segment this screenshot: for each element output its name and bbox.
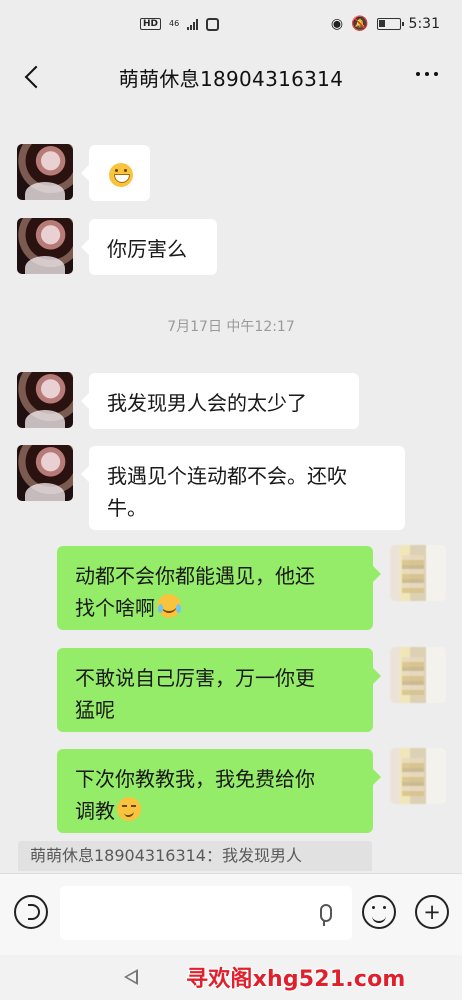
eye-icon: ◉: [330, 16, 344, 32]
message-text-line-2: 调教: [75, 795, 353, 827]
self-avatar[interactable]: [390, 647, 446, 703]
message-input[interactable]: [60, 886, 352, 940]
mute-icon: 🔕: [351, 16, 369, 32]
battery-icon: [376, 18, 404, 30]
message-text: 猛呢: [75, 698, 115, 722]
smirk-emoji: [117, 797, 141, 821]
message-text: 你厉害么: [107, 237, 187, 261]
message-text: 下次你教教我，我免费给你: [75, 767, 315, 791]
input-bar: +: [0, 873, 462, 955]
status-left: HD 46: [140, 17, 220, 31]
network-type: 46: [169, 19, 180, 28]
contact-avatar[interactable]: [17, 445, 73, 501]
contact-avatar[interactable]: [17, 372, 73, 428]
message-text: 找个啥啊: [75, 596, 155, 620]
message-bubble[interactable]: 你厉害么: [81, 219, 217, 275]
message-text: 不敢说自己厉害，万一你更: [75, 666, 315, 690]
message-bubble[interactable]: 动都不会你都能遇见，他还 找个啥啊: [57, 546, 381, 630]
status-bar: HD 46 ◉ 🔕 5:31: [0, 0, 462, 48]
message-text: 动都不会你都能遇见，他还: [75, 564, 315, 588]
message-text: 调教: [75, 799, 115, 823]
signal-icon: [187, 18, 199, 30]
status-right: ◉ 🔕 5:31: [331, 16, 440, 32]
chat-timestamp: 7月17日 中午12:17: [167, 319, 295, 335]
voice-toggle-button[interactable]: [14, 895, 48, 929]
message-text: 牛。: [107, 496, 147, 520]
message-text: 我遇见个连动都不会。还吹: [107, 464, 347, 488]
emoji-button[interactable]: [362, 895, 396, 929]
system-back-icon[interactable]: [124, 969, 138, 985]
message-bubble[interactable]: 下次你教教我，我免费给你 调教: [57, 749, 381, 833]
message-text-line-2: 找个啥啊: [75, 592, 353, 624]
more-button[interactable]: [416, 72, 438, 76]
notification-icon: [206, 17, 220, 31]
voice-icon: [28, 904, 40, 920]
chat-header: 萌萌休息18904316314: [0, 48, 462, 106]
message-text: 我发现男人会的太少了: [107, 391, 307, 415]
mic-icon[interactable]: [317, 904, 332, 928]
more-dots-icon: [416, 72, 420, 76]
message-bubble[interactable]: 不敢说自己厉害，万一你更 猛呢: [57, 648, 381, 732]
self-avatar[interactable]: [390, 748, 446, 804]
watermark: 寻欢阁xhg521.com: [186, 967, 406, 992]
grin-emoji: [109, 163, 133, 187]
chevron-left-icon: [24, 65, 48, 89]
quote-preview[interactable]: 萌萌休息18904316314：我发现男人: [18, 841, 372, 871]
laugh-cry-emoji: [157, 594, 181, 618]
chat-title: 萌萌休息18904316314: [118, 66, 344, 91]
plus-button[interactable]: +: [415, 895, 449, 929]
contact-avatar[interactable]: [17, 144, 73, 200]
message-bubble[interactable]: 我发现男人会的太少了: [81, 373, 359, 429]
self-avatar[interactable]: [390, 545, 446, 601]
hd-badge: HD: [140, 18, 162, 30]
message-bubble[interactable]: [81, 145, 150, 201]
status-time: 5:31: [408, 16, 440, 32]
system-navigation-bar: 寻欢阁xhg521.com: [0, 955, 462, 1000]
contact-avatar[interactable]: [17, 218, 73, 274]
message-bubble[interactable]: 我遇见个连动都不会。还吹 牛。: [81, 446, 405, 530]
back-button[interactable]: [16, 60, 52, 96]
